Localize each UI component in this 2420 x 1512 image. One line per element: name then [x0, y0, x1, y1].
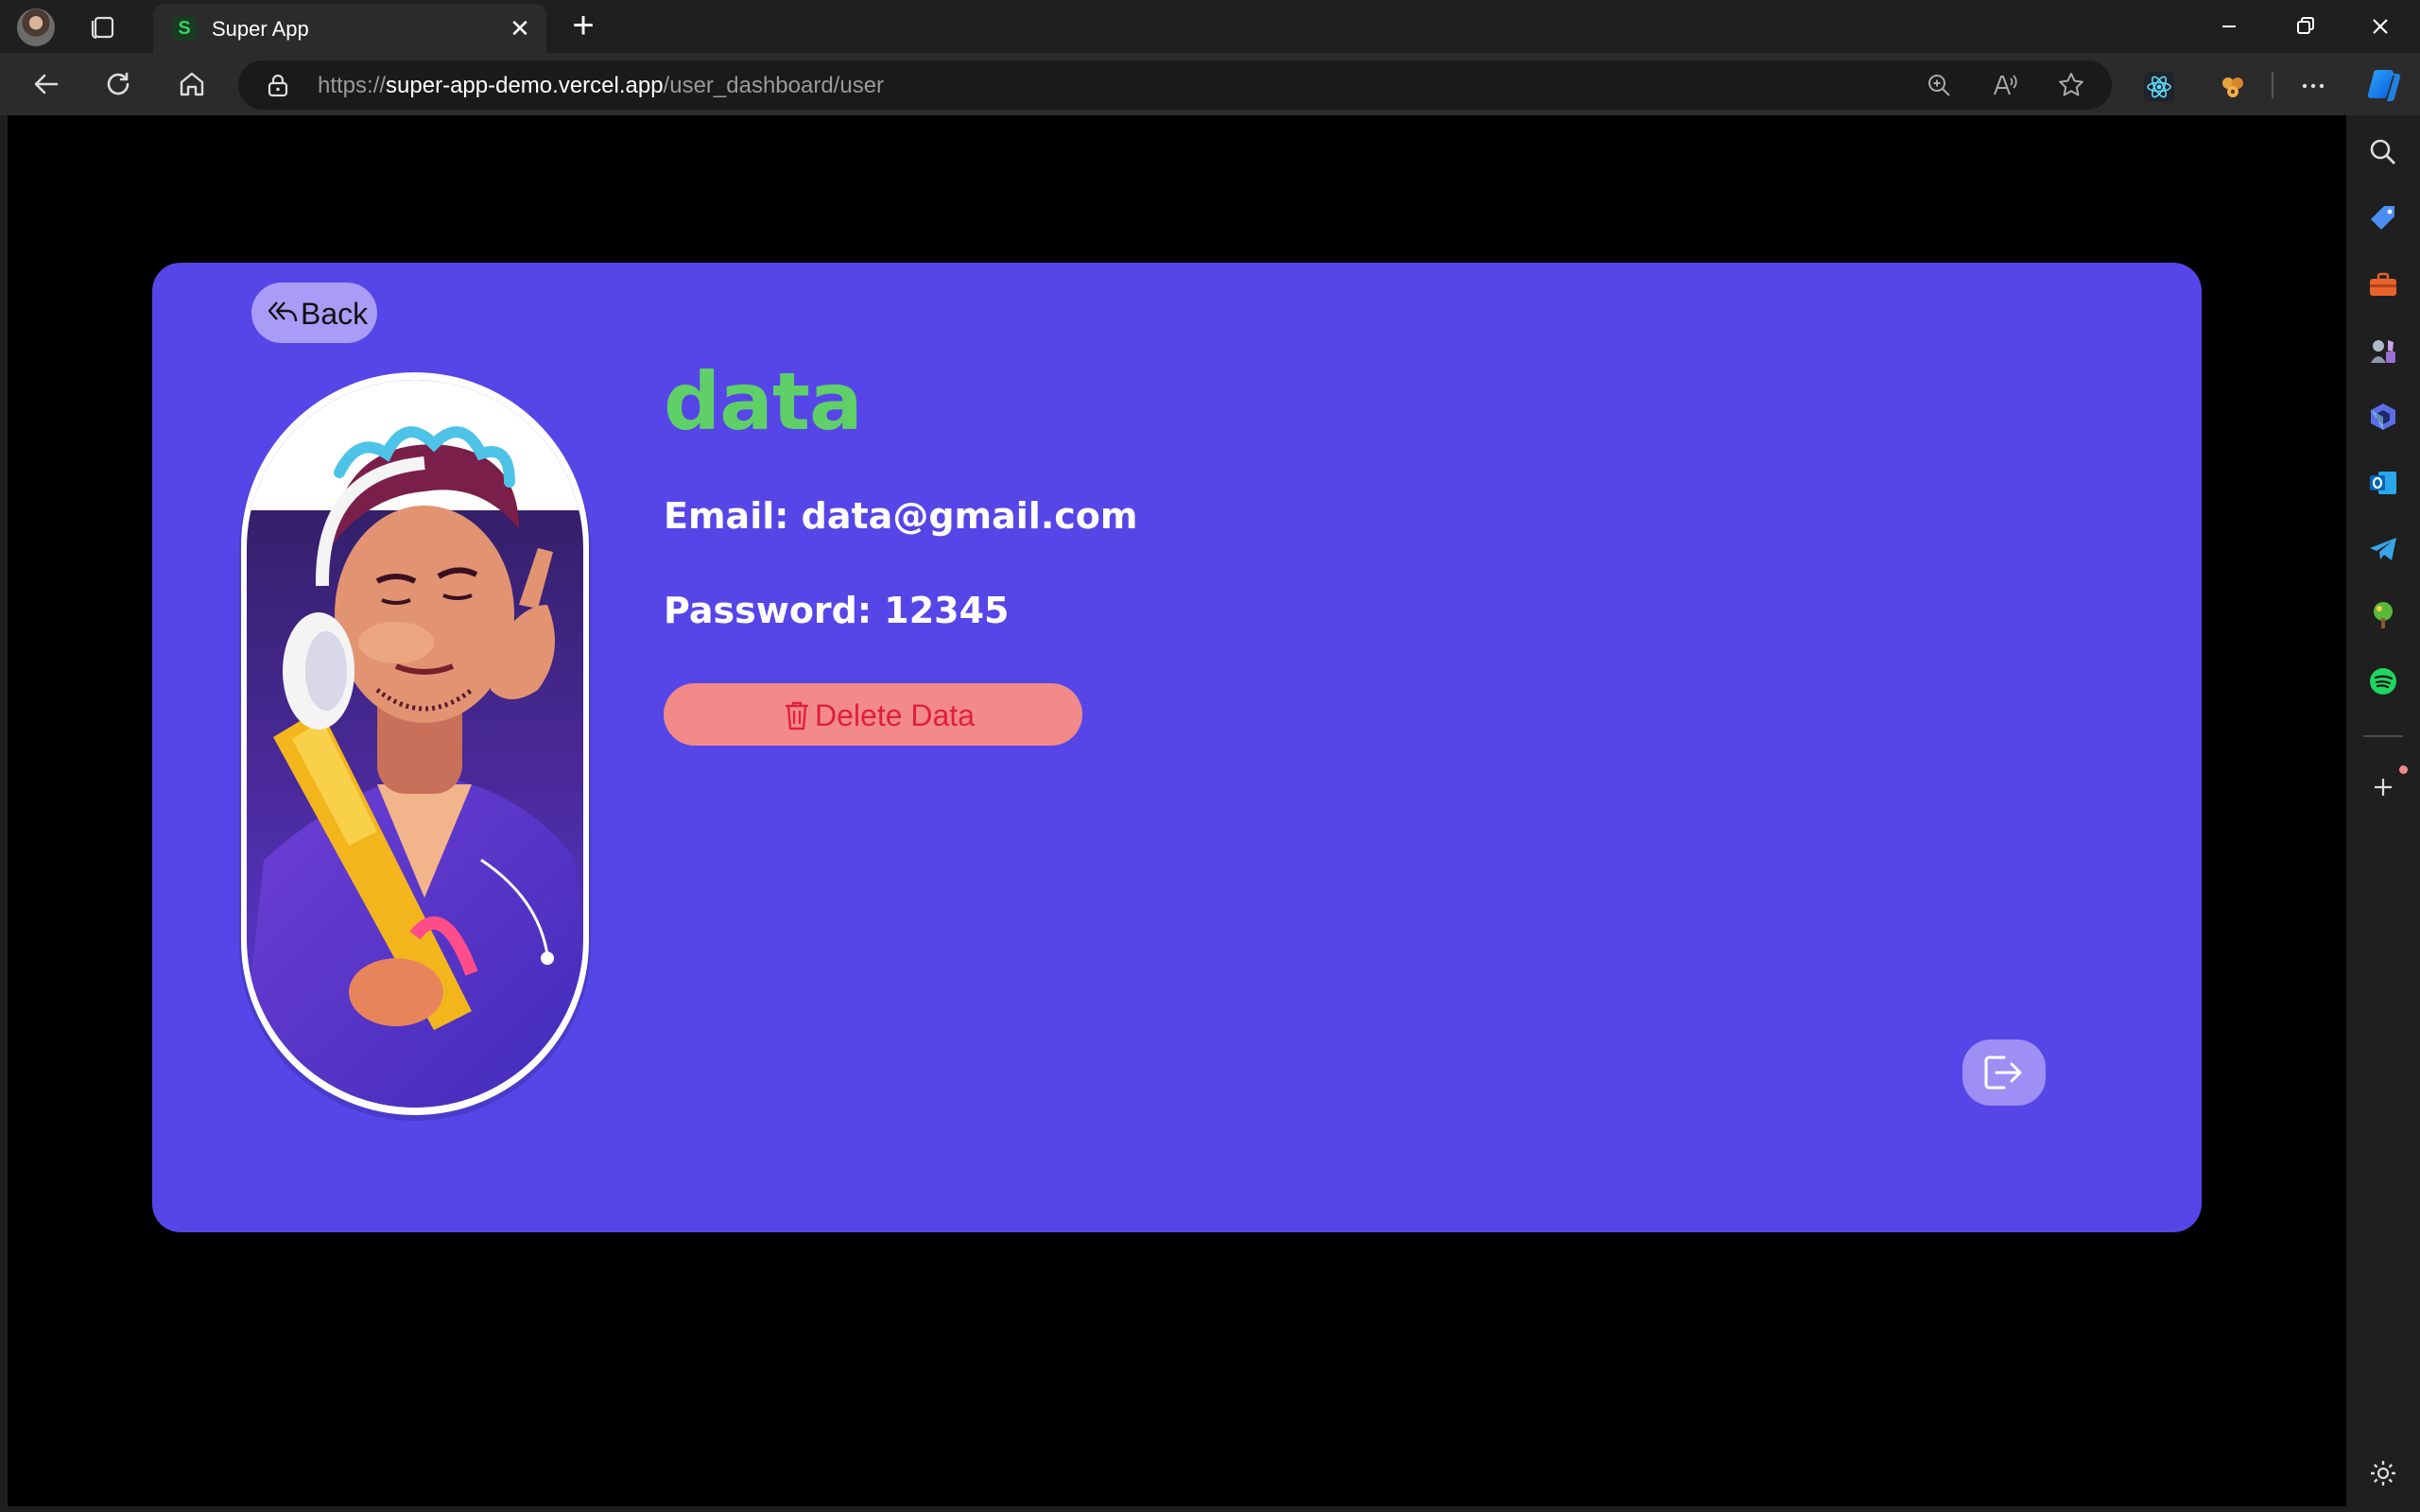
- back-button[interactable]: Back: [251, 283, 377, 343]
- settings-icon[interactable]: [2367, 1457, 2399, 1489]
- user-avatar-illustration: [239, 372, 591, 1121]
- username-heading: data: [664, 355, 863, 448]
- back-icon[interactable]: [26, 64, 66, 104]
- zoom-icon[interactable]: [1925, 71, 1953, 99]
- page-viewport: Back data Email: data@gmail.com Password…: [8, 115, 2346, 1506]
- tools-icon[interactable]: [2367, 268, 2399, 301]
- url-text[interactable]: https://super-app-demo.vercel.app/user_d…: [318, 73, 884, 99]
- tab-favicon-icon: S: [172, 16, 197, 41]
- url-host: super-app-demo.vercel.app: [386, 73, 664, 98]
- delete-data-label: Delete Data: [815, 698, 975, 732]
- user-email: Email: data@gmail.com: [664, 495, 1138, 537]
- user-profile-card: Back data Email: data@gmail.com Password…: [152, 263, 2202, 1232]
- shopping-tag-icon[interactable]: [2367, 202, 2399, 234]
- extension-icon[interactable]: [2218, 72, 2248, 102]
- tree-icon[interactable]: [2367, 599, 2399, 631]
- back-button-label: Back: [301, 297, 369, 331]
- edge-sidebar: [2346, 115, 2420, 1512]
- search-icon[interactable]: [2367, 136, 2399, 168]
- refresh-icon[interactable]: [98, 64, 138, 104]
- telegram-icon[interactable]: [2367, 533, 2399, 565]
- notification-dot: [2399, 765, 2408, 774]
- add-icon[interactable]: [2367, 771, 2399, 803]
- minimize-button[interactable]: [2201, 8, 2257, 45]
- new-tab-button[interactable]: +: [567, 7, 599, 44]
- url-scheme: https://: [318, 73, 387, 98]
- games-icon[interactable]: [2367, 335, 2399, 367]
- lock-icon[interactable]: [267, 73, 289, 97]
- read-aloud-icon[interactable]: [1991, 71, 2019, 99]
- sidebar-divider: [2363, 735, 2403, 737]
- home-icon[interactable]: [172, 64, 212, 104]
- react-devtools-icon[interactable]: [2144, 72, 2174, 102]
- trash-icon: [786, 701, 808, 730]
- microsoft-365-icon[interactable]: [2367, 401, 2399, 433]
- tab-close-icon[interactable]: ✕: [507, 15, 533, 42]
- logout-button[interactable]: [1962, 1040, 2046, 1106]
- outlook-icon[interactable]: [2367, 467, 2399, 499]
- user-password: Password: 12345: [664, 590, 1010, 631]
- tab-title: Super App: [212, 17, 309, 41]
- more-icon[interactable]: [2297, 70, 2329, 102]
- address-bar[interactable]: https://super-app-demo.vercel.app/user_d…: [238, 60, 2112, 110]
- reply-all-icon: [268, 301, 298, 322]
- favorite-icon[interactable]: [2057, 71, 2085, 99]
- close-window-button[interactable]: [2352, 8, 2409, 45]
- copilot-icon[interactable]: [2365, 64, 2405, 104]
- logout-icon: [1984, 1056, 2022, 1090]
- profile-avatar[interactable]: [17, 9, 55, 46]
- url-path: /user_dashboard/user: [663, 73, 885, 98]
- browser-title-bar: S Super App ✕ +: [0, 0, 2420, 53]
- tab-super-app[interactable]: S Super App ✕: [153, 4, 546, 53]
- workspaces-icon[interactable]: [87, 11, 119, 43]
- browser-toolbar: https://super-app-demo.vercel.app/user_d…: [0, 53, 2420, 115]
- restore-button[interactable]: [2276, 8, 2333, 45]
- delete-data-button[interactable]: Delete Data: [664, 683, 1082, 746]
- spotify-icon[interactable]: [2367, 665, 2399, 697]
- toolbar-divider: [2272, 72, 2273, 98]
